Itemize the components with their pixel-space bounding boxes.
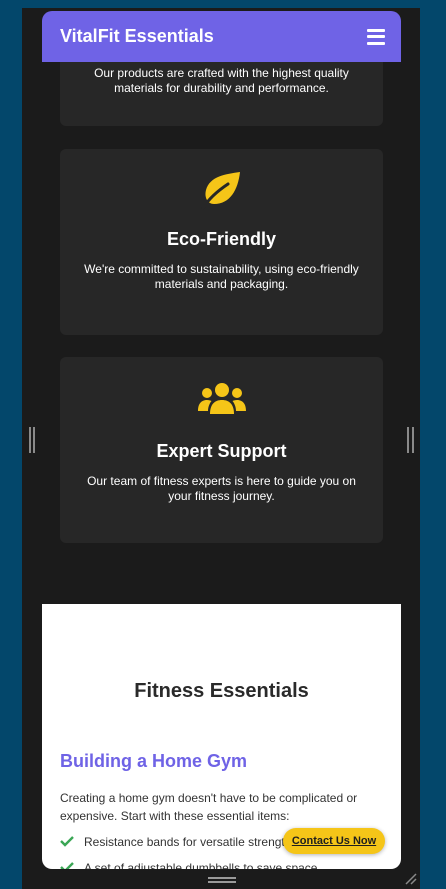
users-icon xyxy=(82,357,361,415)
contact-us-button[interactable]: Contact Us Now xyxy=(283,828,385,854)
page-viewport[interactable]: VitalFit Essentials Premium Quality Our … xyxy=(42,11,401,869)
leaf-icon xyxy=(82,149,361,210)
feature-description: Our products are crafted with the highes… xyxy=(94,66,349,95)
feature-card-expert-support: Expert Support Our team of fitness exper… xyxy=(60,357,383,543)
feature-title: Eco-Friendly xyxy=(166,229,277,249)
feature-description: We're committed to sustainability, using… xyxy=(84,262,359,291)
feature-description: Our team of fitness experts is here to g… xyxy=(87,474,356,503)
list-item: A set of adjustable dumbbells to save sp… xyxy=(60,855,317,869)
list-item: Resistance bands for versatile strength xyxy=(60,829,317,855)
section-title: Fitness Essentials xyxy=(134,680,309,702)
resize-handle-left[interactable] xyxy=(29,427,35,453)
resize-handle-bottom[interactable] xyxy=(208,877,236,883)
resize-handle-right[interactable] xyxy=(407,427,414,453)
navbar: VitalFit Essentials xyxy=(42,11,401,62)
hamburger-icon[interactable] xyxy=(367,28,385,45)
list-item-text: Resistance bands for versatile strength xyxy=(84,835,292,849)
feature-title: Expert Support xyxy=(156,441,287,461)
essentials-list: Resistance bands for versatile strength … xyxy=(60,829,317,869)
check-icon xyxy=(60,835,80,850)
feature-card-eco-friendly: Eco-Friendly We're committed to sustaina… xyxy=(60,149,383,335)
check-icon xyxy=(60,861,80,869)
section-subtitle: Building a Home Gym xyxy=(60,751,248,771)
resize-corner-icon[interactable] xyxy=(402,870,418,886)
section-intro: Creating a home gym doesn't have to be c… xyxy=(60,791,358,823)
brand-logo[interactable]: VitalFit Essentials xyxy=(60,26,214,47)
list-item-text: A set of adjustable dumbbells to save sp… xyxy=(84,861,318,869)
